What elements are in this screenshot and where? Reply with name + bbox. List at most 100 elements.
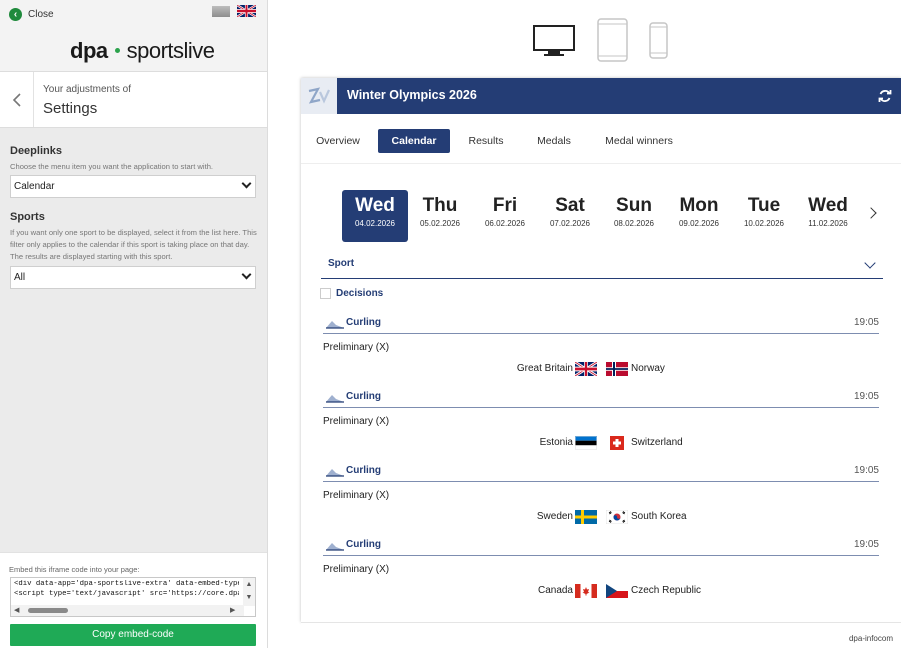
- english-language-flag-icon[interactable]: [237, 5, 256, 17]
- tab-results[interactable]: Results: [461, 129, 511, 153]
- horizontal-scrollbar[interactable]: ◀ ▶: [11, 605, 244, 616]
- scroll-down-icon[interactable]: ▼: [243, 591, 255, 604]
- canada-flag-icon: [575, 584, 597, 598]
- sports-description: If you want only one sport to be display…: [10, 228, 257, 261]
- day-name: Thu: [422, 195, 458, 216]
- great-britain-flag-icon: [575, 362, 597, 376]
- team-away: Czech Republic: [631, 585, 702, 596]
- event-match: Estonia Switzerland: [323, 436, 879, 450]
- decisions-label: Decisions: [336, 288, 384, 299]
- day-button[interactable]: Mon 09.02.2026: [666, 190, 732, 242]
- scrollbar-thumb[interactable]: [28, 608, 68, 613]
- event-round: Preliminary (X): [323, 564, 390, 575]
- team-home: Canada: [537, 585, 573, 596]
- decisions-checkbox[interactable]: [320, 288, 331, 299]
- tab-medals[interactable]: Medals: [529, 129, 579, 153]
- desktop-view-icon[interactable]: [533, 25, 575, 57]
- chevron-right-icon[interactable]: [865, 207, 877, 219]
- day-name: Wed: [808, 195, 848, 216]
- day-button[interactable]: Sun 08.02.2026: [601, 190, 667, 242]
- deeplinks-title: Deeplinks: [10, 145, 62, 157]
- event-round: Preliminary (X): [323, 342, 390, 353]
- tab-overview[interactable]: Overview: [309, 129, 367, 153]
- back-button[interactable]: [0, 72, 34, 127]
- day-date: 11.02.2026: [808, 219, 848, 228]
- curling-icon: [326, 543, 344, 551]
- day-date: 09.02.2026: [678, 219, 720, 228]
- event-item[interactable]: Curling 19:05 Preliminary (X) Great Brit…: [323, 315, 879, 385]
- close-label: Close: [28, 9, 54, 20]
- event-match: Great Britain Norway: [323, 362, 879, 376]
- event-header: Curling 19:05: [323, 463, 879, 482]
- refresh-icon[interactable]: [877, 88, 893, 104]
- close-button[interactable]: ‹ Close: [9, 8, 54, 21]
- logo-secondary: sportslive: [126, 38, 215, 63]
- german-language-flag-icon[interactable]: [212, 6, 230, 17]
- scroll-up-icon[interactable]: ▲: [243, 578, 255, 591]
- day-button[interactable]: Wed 04.02.2026: [342, 190, 408, 242]
- decisions-filter[interactable]: Decisions: [320, 288, 383, 299]
- day-date: 04.02.2026: [354, 219, 396, 228]
- event-time: 19:05: [853, 391, 879, 402]
- tab-calendar[interactable]: Calendar: [378, 129, 450, 153]
- vertical-scrollbar[interactable]: ▲ ▼: [243, 578, 255, 606]
- day-button[interactable]: Wed 11.02.2026: [795, 190, 861, 242]
- curling-icon: [326, 469, 344, 477]
- day-button[interactable]: Tue 10.02.2026: [731, 190, 797, 242]
- day-button[interactable]: Fri 06.02.2026: [472, 190, 538, 242]
- preview-widget: Winter Olympics 2026 Overview Calendar R…: [301, 78, 901, 622]
- team-away: South Korea: [631, 511, 687, 522]
- deeplinks-select[interactable]: Calendar: [10, 175, 256, 198]
- chevron-left-icon: ‹: [9, 8, 22, 21]
- widget-footer: dpa-infocom: [301, 622, 901, 648]
- day-name: Mon: [679, 195, 719, 216]
- day-button[interactable]: Sat 07.02.2026: [537, 190, 603, 242]
- event-item[interactable]: Curling 19:05 Preliminary (X) Sweden Sou…: [323, 463, 879, 533]
- sports-title: Sports: [10, 211, 45, 223]
- dpa-sportslive-logo: dpa sportslive: [70, 38, 215, 64]
- day-date: 05.02.2026: [419, 219, 461, 228]
- norway-flag-icon: [606, 362, 628, 376]
- footer-credit[interactable]: dpa-infocom: [849, 634, 893, 643]
- mobile-view-icon[interactable]: [649, 22, 668, 59]
- event-sport: Curling: [346, 465, 381, 476]
- scroll-left-icon[interactable]: ◀: [14, 605, 19, 616]
- event-header: Curling 19:05: [323, 537, 879, 556]
- day-name: Wed: [355, 195, 395, 216]
- czech-republic-flag-icon: [606, 584, 628, 598]
- event-time: 19:05: [853, 317, 879, 328]
- day-name: Sun: [616, 195, 652, 216]
- event-match: Canada Czech Republic: [323, 584, 879, 598]
- event-header: Curling 19:05: [323, 389, 879, 408]
- day-button[interactable]: Thu 05.02.2026: [407, 190, 473, 242]
- switzerland-flag-icon: [606, 436, 628, 450]
- event-header: Curling 19:05: [323, 315, 879, 334]
- settings-title: Settings: [43, 100, 98, 117]
- deeplinks-description: Choose the menu item you want the applic…: [10, 162, 214, 171]
- day-date: 06.02.2026: [484, 219, 526, 228]
- day-name: Tue: [747, 195, 781, 216]
- tablet-view-icon[interactable]: [597, 18, 628, 62]
- adjustments-label: Your adjustments of: [43, 84, 132, 95]
- sidebar-top: ‹ Close dpa sportslive: [0, 0, 267, 71]
- logo-dot: [114, 48, 120, 53]
- chevron-down-icon: [864, 257, 876, 269]
- chevron-down-icon: [241, 178, 252, 189]
- copy-embed-code-button[interactable]: Copy embed-code: [10, 624, 256, 646]
- event-item[interactable]: Curling 19:05 Preliminary (X) Canada Cze…: [323, 537, 879, 607]
- embed-code-textarea[interactable]: <div data-app='dpa-sportslive-extra' dat…: [10, 577, 256, 617]
- day-name: Sat: [555, 195, 585, 216]
- event-item[interactable]: Curling 19:05 Preliminary (X) Estonia Sw…: [323, 389, 879, 459]
- settings-header: Your adjustments of Settings: [0, 71, 267, 128]
- embed-code-line: <script type='text/javascript' src='http…: [14, 590, 239, 598]
- scroll-right-icon[interactable]: ▶: [230, 605, 235, 616]
- embed-code-line: <div data-app='dpa-sportslive-extra' dat…: [14, 580, 239, 588]
- sweden-flag-icon: [575, 510, 597, 524]
- team-home: Great Britain: [516, 363, 573, 374]
- tab-medal-winners[interactable]: Medal winners: [599, 129, 679, 153]
- sport-filter-dropdown[interactable]: Sport: [321, 252, 883, 279]
- sports-select[interactable]: All: [10, 266, 256, 289]
- curling-icon: [326, 395, 344, 403]
- settings-sidebar: ‹ Close dpa sportslive Your adjustments …: [0, 0, 268, 648]
- team-away: Switzerland: [631, 437, 683, 448]
